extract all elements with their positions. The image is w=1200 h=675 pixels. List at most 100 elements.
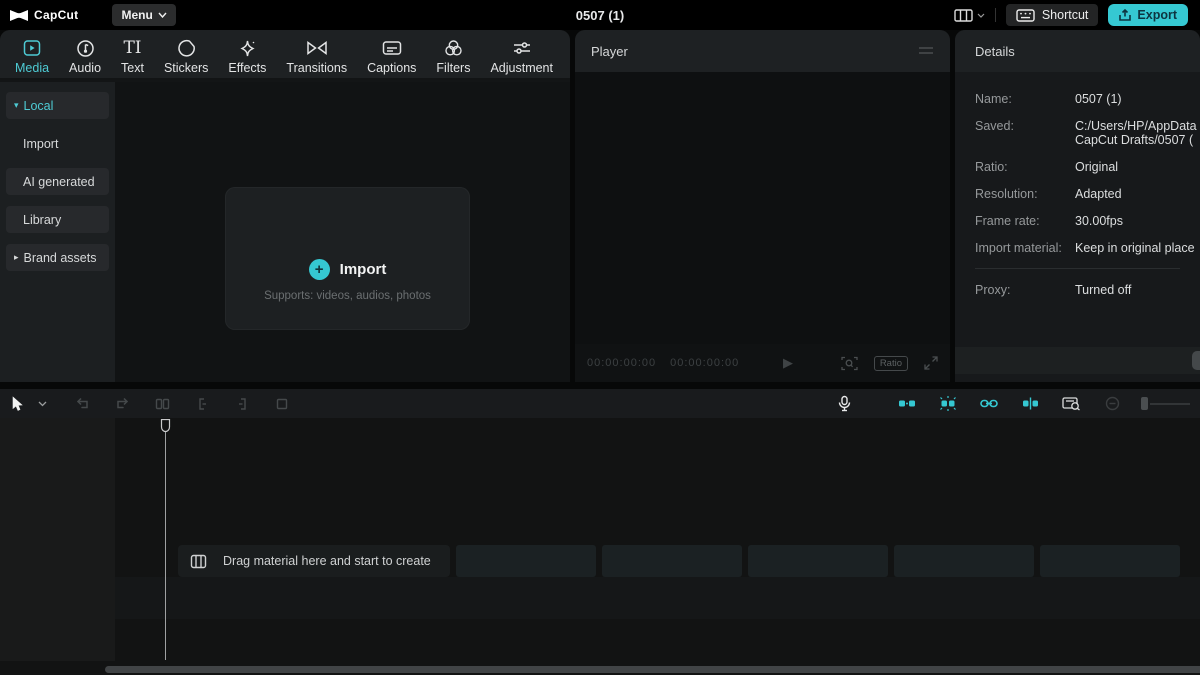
redo-icon[interactable]: [110, 392, 134, 416]
crop-icon[interactable]: [270, 392, 294, 416]
player-controls: 00:00:00:00 00:00:00:00 ▶ Ratio: [575, 344, 950, 382]
keyboard-icon: [1016, 9, 1035, 22]
mirror-split-toggle-icon[interactable]: [1018, 392, 1042, 416]
tab-audio[interactable]: Audio: [60, 36, 110, 77]
record-voiceover-icon[interactable]: [832, 392, 856, 416]
detail-label: Name:: [975, 92, 1075, 106]
delete-right-icon[interactable]: [230, 392, 254, 416]
drag-hint-text: Drag material here and start to create: [223, 554, 431, 568]
sidebar-item-local[interactable]: ▾ Local: [6, 92, 109, 119]
audio-icon: [76, 38, 95, 58]
track-dropzone[interactable]: Drag material here and start to create: [178, 545, 450, 577]
sidebar-item-library[interactable]: Library: [6, 206, 109, 233]
player-menu-icon[interactable]: [918, 46, 934, 56]
detail-value: 0507 (1): [1075, 92, 1200, 106]
detail-row-framerate: Frame rate: 30.00fps: [975, 214, 1200, 228]
player-viewport: [575, 72, 950, 344]
layout-switch-button[interactable]: [954, 9, 985, 22]
chevron-down-icon: [977, 13, 985, 18]
detail-row-saved: Saved: C:/Users/HP/AppData CapCut Drafts…: [975, 119, 1200, 147]
sidebar-item-label: Import: [23, 137, 58, 151]
menu-button[interactable]: Menu: [112, 4, 175, 26]
zoom-out-icon[interactable]: [1100, 392, 1124, 416]
select-tool-chevron[interactable]: [30, 392, 54, 416]
media-icon: [22, 38, 42, 58]
tab-label: Media: [15, 61, 49, 75]
magnet-toggle-icon[interactable]: [895, 392, 919, 416]
zoom-slider-handle[interactable]: [1141, 397, 1148, 410]
player-header: Player: [575, 30, 950, 72]
detail-row-import-material: Import material: Keep in original place: [975, 241, 1200, 255]
logo-text: CapCut: [34, 8, 78, 22]
tab-adjustment[interactable]: Adjustment: [481, 36, 562, 77]
sidebar-item-import[interactable]: Import: [6, 130, 109, 157]
playhead-line: [165, 432, 166, 660]
tab-effects[interactable]: Effects: [219, 36, 275, 77]
timeline-zoom-slider[interactable]: [1141, 397, 1190, 410]
plus-icon: +: [309, 259, 330, 280]
track-segment: [1040, 545, 1180, 577]
select-tool-button[interactable]: [6, 392, 30, 416]
tab-text[interactable]: TI Text: [112, 36, 153, 77]
menu-label: Menu: [121, 8, 152, 22]
track-background-band: [115, 577, 1200, 619]
import-dropzone[interactable]: + Import Supports: videos, audios, photo…: [225, 187, 470, 330]
sidebar-item-brand-assets[interactable]: ▸ Brand assets: [6, 244, 109, 271]
detail-label: Resolution:: [975, 187, 1075, 201]
tab-label: Audio: [69, 61, 101, 75]
export-button[interactable]: Export: [1108, 4, 1188, 26]
detail-label: Ratio:: [975, 160, 1075, 174]
detail-value: C:/Users/HP/AppData CapCut Drafts/0507 (: [1075, 119, 1200, 147]
tab-media[interactable]: Media: [6, 36, 58, 77]
captions-icon: [382, 38, 402, 58]
link-toggle-icon[interactable]: [977, 392, 1001, 416]
details-header: Details: [955, 30, 1200, 72]
detail-value: Adapted: [1075, 187, 1200, 201]
delete-left-icon[interactable]: [190, 392, 214, 416]
detail-label: Frame rate:: [975, 214, 1075, 228]
sidebar-item-label: AI generated: [23, 175, 95, 189]
transitions-icon: [306, 38, 328, 58]
text-icon: TI: [123, 38, 141, 58]
shortcut-button[interactable]: Shortcut: [1006, 4, 1099, 26]
tab-transitions[interactable]: Transitions: [277, 36, 356, 77]
detail-value: 30.00fps: [1075, 214, 1200, 228]
capcut-logo: CapCut: [9, 8, 78, 22]
track-segment: [456, 545, 596, 577]
tab-stickers[interactable]: Stickers: [155, 36, 217, 77]
fullscreen-icon[interactable]: [924, 356, 938, 370]
tab-label: Text: [121, 61, 144, 75]
auto-snap-toggle-icon[interactable]: [936, 392, 960, 416]
preview-zoom-icon[interactable]: [841, 356, 858, 371]
zoom-slider-track: [1150, 403, 1190, 405]
export-label: Export: [1137, 8, 1177, 22]
detail-row-resolution: Resolution: Adapted: [975, 187, 1200, 201]
capcut-logo-icon: [9, 9, 29, 22]
sidebar-item-label: Library: [23, 213, 61, 227]
play-button[interactable]: ▶: [783, 355, 793, 371]
tab-captions[interactable]: Captions: [358, 36, 425, 77]
details-footer: [955, 347, 1200, 374]
film-icon: [190, 554, 207, 569]
current-time: 00:00:00:00: [587, 357, 656, 369]
topbar-divider: [995, 8, 996, 22]
details-panel: Details Name: 0507 (1) Saved: C:/Users/H…: [955, 30, 1200, 382]
shortcut-label: Shortcut: [1042, 8, 1089, 22]
tab-label: Transitions: [286, 61, 347, 75]
sticker-icon: [177, 38, 196, 58]
playhead[interactable]: [158, 419, 173, 663]
tab-label: Stickers: [164, 61, 208, 75]
details-title: Details: [975, 44, 1015, 59]
preview-axis-icon[interactable]: [1059, 392, 1083, 416]
layout-icon: [954, 9, 973, 22]
sidebar-item-ai-generated[interactable]: AI generated: [6, 168, 109, 195]
undo-icon[interactable]: [70, 392, 94, 416]
ratio-button[interactable]: Ratio: [874, 356, 908, 371]
horizontal-scrollbar[interactable]: [105, 666, 1200, 673]
media-content-area: + Import Supports: videos, audios, photo…: [115, 82, 570, 382]
tab-filters[interactable]: Filters: [427, 36, 479, 77]
sidebar-item-label: Brand assets: [24, 251, 97, 265]
chevron-down-icon: [158, 12, 167, 18]
modify-button[interactable]: [1192, 351, 1200, 370]
split-icon[interactable]: [150, 392, 174, 416]
